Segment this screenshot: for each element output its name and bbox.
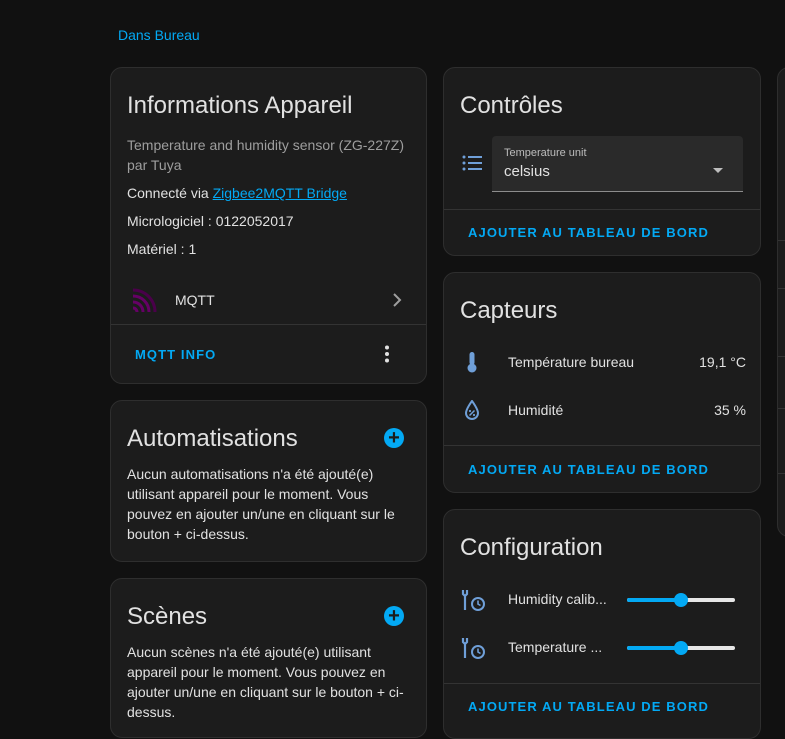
sensor-name: Température bureau [508,354,635,370]
scenes-empty-text: Aucun scènes n'a été ajouté(e) utilisant… [127,644,404,720]
slider-fill [627,598,681,602]
offscreen-card-divider [778,288,785,289]
controls-add-to-dashboard-button[interactable]: AJOUTER AU TABLEAU DE BORD [468,225,709,240]
offscreen-card-divider [778,356,785,357]
area-link[interactable]: Dans Bureau [118,27,200,43]
device-info-title: Informations Appareil [127,92,353,119]
offscreen-card-divider [778,473,785,474]
config-row-temperature-calibration: Temperature ... [444,630,760,666]
slider-thumb[interactable] [674,641,688,655]
thermometer-icon [466,351,478,378]
device-manufacturer: par Tuya [127,157,182,173]
offscreen-card-divider [778,408,785,409]
connected-via: Connecté via Zigbee2MQTT Bridge [127,185,347,201]
config-row-humidity-calibration: Humidity calib... [444,582,760,618]
wrench-clock-icon [460,636,486,665]
device-info-divider [111,324,426,325]
sensor-value: 35 % [714,402,746,418]
sensors-card: Capteurs Température bureau 19,1 °C Humi… [443,272,761,493]
add-automation-button[interactable]: + [384,428,404,448]
hardware-version: Matériel : 1 [127,241,197,257]
wrench-clock-icon [460,588,486,617]
configuration-divider [444,683,760,684]
select-value: celsius [504,163,550,180]
bridge-link[interactable]: Zigbee2MQTT Bridge [213,185,347,201]
more-vertical-icon[interactable] [384,345,390,368]
configuration-add-to-dashboard-button[interactable]: AJOUTER AU TABLEAU DE BORD [468,699,709,714]
temperature-unit-select[interactable]: Temperature unit celsius [492,136,743,192]
offscreen-card-edge [777,67,785,537]
sensor-row-humidity[interactable]: Humidité 35 % [444,393,760,429]
integration-row[interactable]: MQTT [111,280,426,320]
dropdown-arrow-icon [713,161,723,179]
integration-name: MQTT [175,292,215,308]
sensor-row-temperature[interactable]: Température bureau 19,1 °C [444,345,760,381]
configuration-card: Configuration Humidity calib... Temperat… [443,509,761,739]
automations-card: Automatisations + Aucun automatisations … [110,400,427,562]
config-name: Humidity calib... [508,591,607,607]
automations-empty-text: Aucun automatisations n'a été ajouté(e) … [127,466,395,542]
select-label: Temperature unit [504,147,587,159]
mqtt-icon [131,288,157,319]
scenes-card: Scènes + Aucun scènes n'a été ajouté(e) … [110,578,427,738]
sensors-title: Capteurs [460,297,558,324]
sensor-name: Humidité [508,402,564,418]
automations-title: Automatisations [127,425,298,452]
device-info-card: Informations Appareil Temperature and hu… [110,67,427,384]
offscreen-card-divider [778,240,785,241]
add-scene-button[interactable]: + [384,606,404,626]
slider-fill [627,646,681,650]
controls-card: Contrôles Temperature unit celsius AJOUT… [443,67,761,256]
configuration-title: Configuration [460,534,603,561]
controls-divider [444,209,760,210]
slider-thumb[interactable] [674,593,688,607]
temperature-calibration-slider[interactable] [627,641,735,655]
sensor-value: 19,1 °C [699,354,746,370]
chevron-right-icon [392,293,402,312]
sensors-add-to-dashboard-button[interactable]: AJOUTER AU TABLEAU DE BORD [468,462,709,477]
config-name: Temperature ... [508,639,603,655]
list-icon [462,155,482,176]
controls-title: Contrôles [460,92,563,119]
scenes-title: Scènes [127,603,208,630]
mqtt-info-button[interactable]: MQTT INFO [135,347,216,362]
humidity-calibration-slider[interactable] [627,593,735,607]
device-model: Temperature and humidity sensor (ZG-227Z… [127,137,404,153]
sensors-divider [444,445,760,446]
firmware-version: Micrologiciel : 0122052017 [127,213,294,229]
water-percent-icon [464,399,480,425]
connected-prefix: Connecté via [127,185,213,201]
